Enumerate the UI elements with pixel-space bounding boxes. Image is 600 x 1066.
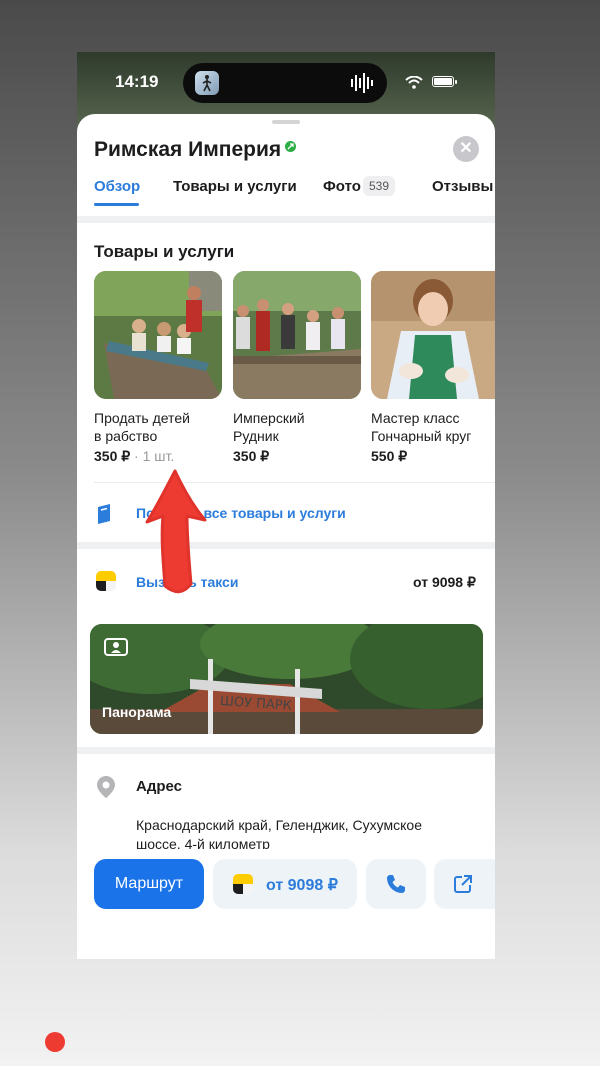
close-button[interactable]: ✕ <box>453 136 479 162</box>
panorama-icon <box>104 638 128 656</box>
taxi-price: от 9098 ₽ <box>413 574 476 590</box>
product-qty-1: · 1 шт. <box>134 448 175 464</box>
product-name-2-line1: Имперский <box>233 410 305 426</box>
wifi-icon <box>405 76 423 89</box>
tab-photo-label: Фото <box>323 178 361 195</box>
product-name-1[interactable]: Продать детей в рабство <box>94 409 219 445</box>
panorama-label: Панорама <box>102 704 172 720</box>
taxi-order-price: от 9098 ₽ <box>266 877 338 894</box>
battery-icon <box>432 76 457 87</box>
section-separator <box>77 216 495 223</box>
place-title: Римская Империя <box>94 138 282 161</box>
product-name-2[interactable]: Имперский Рудник <box>233 409 358 445</box>
route-button[interactable]: Маршрут <box>94 859 204 909</box>
yandex-taxi-icon <box>96 571 116 591</box>
catalog-icon <box>98 504 110 524</box>
product-price-1: 350 ₽ · 1 шт. <box>94 448 174 465</box>
tab-reviews[interactable]: Отзывы <box>432 178 493 195</box>
call-button[interactable] <box>366 859 426 909</box>
address-line-1: Краснодарский край, Геленджик, Сухумское <box>136 817 422 833</box>
panorama-card[interactable]: ШОУ ПАРК Панорама <box>90 624 483 734</box>
location-pin-icon <box>97 776 115 798</box>
audio-wave-icon <box>351 73 373 93</box>
product-name-1-line1: Продать детей <box>94 410 190 426</box>
product-name-2-line2: Рудник <box>233 428 279 444</box>
products-section-title: Товары и услуги <box>94 242 235 261</box>
verified-badge-icon <box>285 141 296 152</box>
product-price-3: 550 ₽ <box>371 448 408 464</box>
product-name-3-line2: Гончарный круг <box>371 428 472 444</box>
product-price-1-value: 350 ₽ <box>94 448 131 464</box>
photo-count-badge: 539 <box>363 176 396 196</box>
active-tab-indicator <box>94 203 139 206</box>
product-image-1[interactable] <box>94 271 222 399</box>
yandex-taxi-icon <box>233 874 253 894</box>
product-name-3[interactable]: Мастер класс Гончарный круг <box>371 409 495 445</box>
product-image-3[interactable] <box>371 271 495 399</box>
product-name-1-line2: в рабство <box>94 428 158 444</box>
product-price-2: 350 ₽ <box>233 448 270 464</box>
place-card-sheet: Римская Империя ✕ Обзор Товары и услуги … <box>77 114 495 959</box>
address-label: Адрес <box>136 778 183 795</box>
dynamic-island[interactable] <box>183 63 387 103</box>
tab-goods-services[interactable]: Товары и услуги <box>173 178 297 195</box>
tab-bar: Обзор Товары и услуги Фото 539 Отзывы <box>94 176 495 208</box>
external-link-icon <box>454 875 472 893</box>
status-time: 14:19 <box>115 72 159 91</box>
tab-photo[interactable]: Фото <box>323 178 361 195</box>
media-thumbnail-icon <box>195 71 219 95</box>
recording-indicator <box>45 1032 65 1052</box>
phone-icon <box>387 875 405 893</box>
product-image-2[interactable] <box>233 271 361 399</box>
tab-overview[interactable]: Обзор <box>94 178 140 195</box>
annotation-arrow-icon <box>145 469 207 594</box>
product-name-3-line1: Мастер класс <box>371 410 460 426</box>
bottom-action-bar: Маршрут от 9098 ₽ <box>77 849 495 959</box>
share-button[interactable] <box>434 859 495 909</box>
sheet-grabber[interactable] <box>272 120 300 124</box>
taxi-order-button[interactable]: от 9098 ₽ <box>213 859 357 909</box>
section-separator <box>77 747 495 754</box>
phone-screen: 14:19 Римская Империя ✕ Обзор Товары и у… <box>77 52 495 959</box>
